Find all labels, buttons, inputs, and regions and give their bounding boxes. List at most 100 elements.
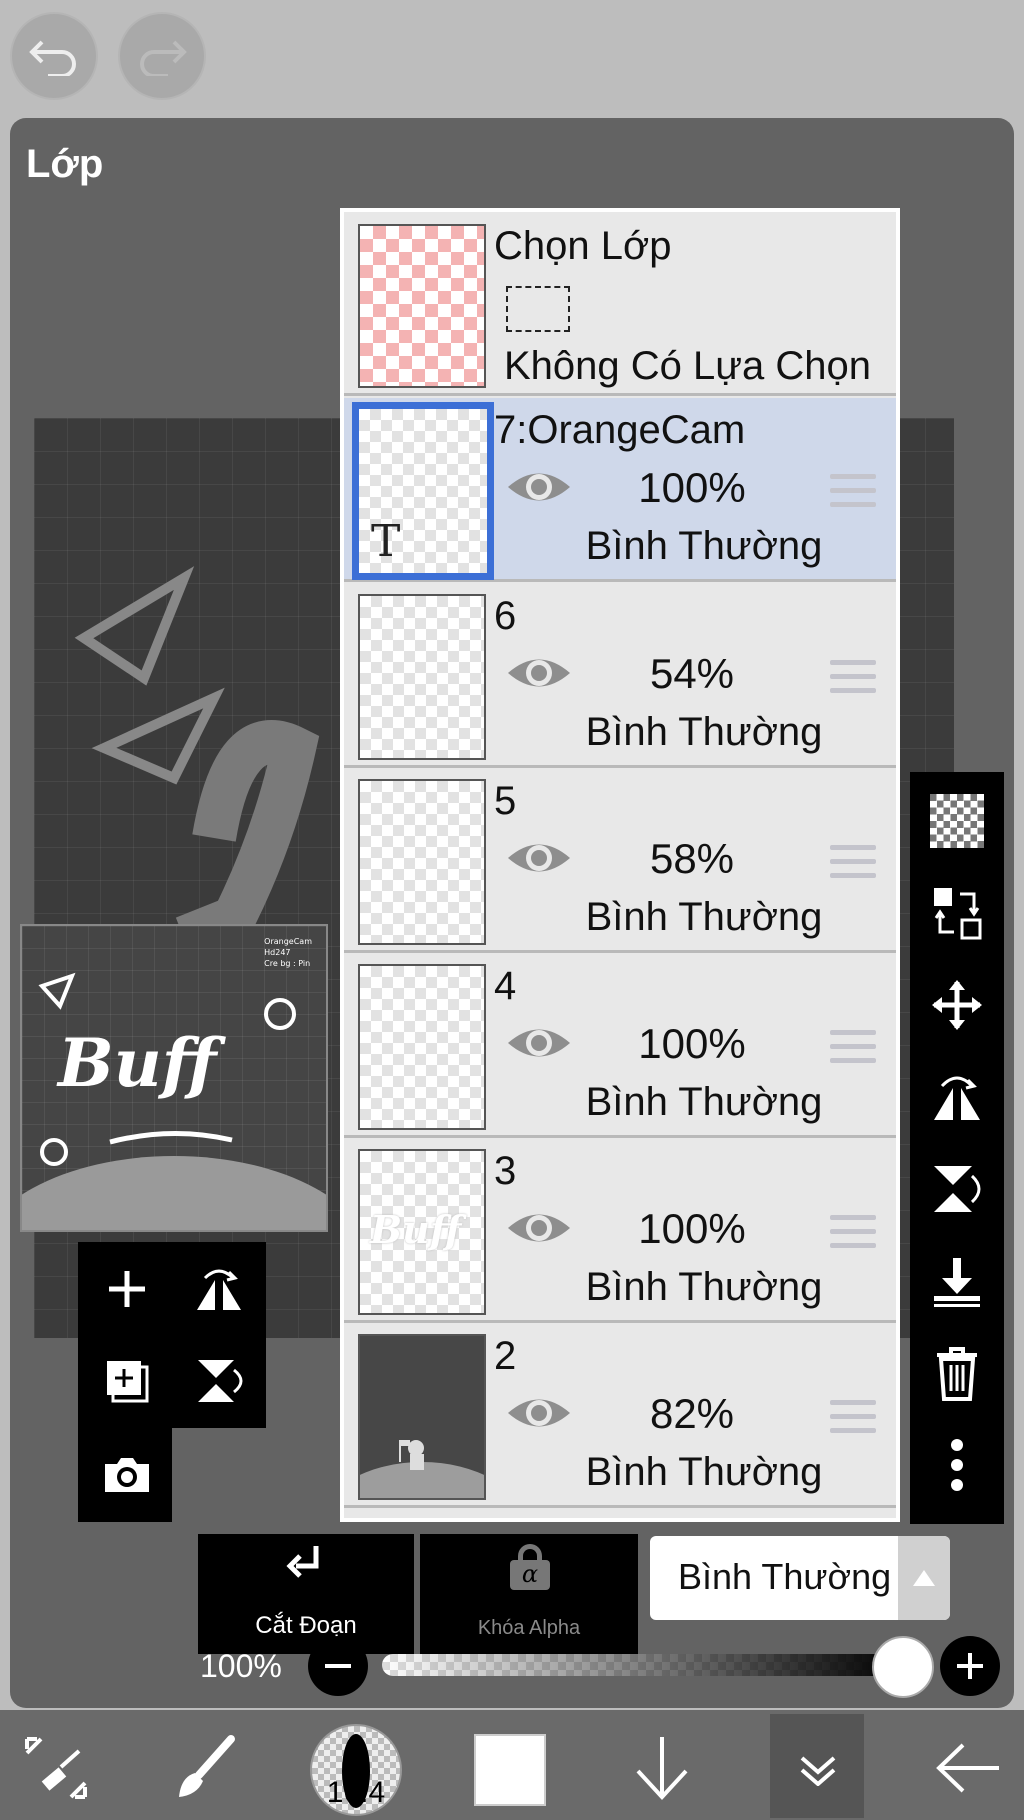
blend-mode-select[interactable]: Bình Thường [650, 1536, 950, 1620]
transform-tool-button[interactable] [8, 1720, 104, 1816]
undo-button[interactable] [10, 12, 98, 100]
panel-title: Lớp [26, 142, 104, 186]
visibility-eye-icon[interactable] [506, 1207, 572, 1249]
back-arrow-icon [936, 1743, 999, 1793]
merge-down-button[interactable] [922, 1246, 992, 1316]
layer-row[interactable]: 4 100% Bình Thường [344, 954, 896, 1138]
layer-row[interactable]: Buff 3 100% Bình Thường [344, 1139, 896, 1323]
layer-thumbnail: Buff [358, 1149, 486, 1315]
layer-opacity[interactable]: 54% [612, 650, 772, 698]
visibility-eye-icon[interactable] [506, 652, 572, 694]
back-button[interactable] [920, 1720, 1016, 1816]
flip-horizontal-button[interactable] [184, 1254, 254, 1324]
drag-handle-icon[interactable] [830, 1030, 876, 1064]
layer-thumbnail-art [344, 1440, 522, 1518]
clipping-icon [286, 1546, 319, 1578]
merge-down-icon [934, 1258, 980, 1307]
clipping-label: Cắt Đoạn [255, 1612, 357, 1639]
flip-horizontal-icon [934, 1076, 980, 1120]
flip-vertical-icon [934, 1166, 981, 1212]
transparency-button[interactable] [922, 786, 992, 856]
trash-icon [937, 1347, 977, 1401]
delete-layer-button[interactable] [922, 1338, 992, 1408]
layer-opacity[interactable]: 100% [612, 1205, 772, 1253]
flip-vertical-layer-button[interactable] [922, 1154, 992, 1224]
move-icon [932, 980, 982, 1030]
alpha-lock-button[interactable]: α Khóa Alpha [420, 1534, 638, 1654]
selection-marquee-icon [506, 286, 570, 332]
drag-handle-icon[interactable] [830, 660, 876, 694]
opacity-increase-button[interactable] [940, 1636, 1000, 1696]
layer-thumbnail [358, 964, 486, 1130]
layer-thumbnail [358, 779, 486, 945]
collapse-icon [800, 1756, 836, 1786]
visibility-eye-icon[interactable] [506, 1022, 572, 1064]
layer-row[interactable]: 5 58% Bình Thường [344, 769, 896, 953]
layer-opacity[interactable]: 82% [612, 1390, 772, 1438]
arrow-down-icon [636, 1737, 688, 1800]
drag-handle-icon[interactable] [830, 474, 876, 508]
selection-layer-row[interactable]: Chọn Lớp Không Có Lựa Chọn [344, 212, 896, 396]
flip-horizontal-icon [197, 1269, 241, 1310]
flip-vertical-button[interactable] [184, 1346, 254, 1416]
selection-status: Không Có Lựa Chọn [504, 344, 872, 388]
layer-opacity[interactable]: 100% [612, 464, 772, 512]
clipping-button[interactable]: Cắt Đoạn [198, 1534, 414, 1654]
undo-icon [29, 40, 76, 76]
canvas-preview[interactable]: OrangeCam Hd247 Cre bg : Pin Buff [20, 924, 328, 1232]
move-button[interactable] [922, 970, 992, 1040]
collapse-panel-button[interactable] [770, 1720, 866, 1816]
camera-button[interactable] [92, 1440, 162, 1510]
layer-blend-mode: Bình Thường [585, 1080, 823, 1124]
visibility-eye-icon[interactable] [506, 466, 572, 508]
layer-list: Chọn Lớp Không Có Lựa Chọn T 7:OrangeCam… [340, 208, 900, 1522]
selection-thumbnail [358, 224, 486, 388]
brush-size-value: 16.4 [326, 1776, 386, 1809]
duplicate-layer-icon [107, 1361, 149, 1403]
opacity-value-label: 100% [200, 1648, 282, 1684]
drag-handle-icon[interactable] [830, 1400, 876, 1434]
color-swatch-icon[interactable] [474, 1734, 546, 1806]
more-icon [951, 1439, 963, 1491]
opacity-slider-knob[interactable] [872, 1636, 934, 1698]
layer-row[interactable]: 2 82% Bình Thường [344, 1324, 896, 1518]
layer-blend-mode: Bình Thường [585, 524, 823, 568]
layer-name: 2 [494, 1334, 517, 1378]
layer-row[interactable]: 6 54% Bình Thường [344, 584, 896, 768]
minus-icon [325, 1664, 351, 1668]
brush-icon [179, 1735, 235, 1797]
swap-layers-icon [934, 888, 982, 940]
opacity-decrease-button[interactable] [308, 1636, 368, 1696]
flip-vertical-icon [198, 1360, 243, 1402]
blend-mode-dropdown-button[interactable] [898, 1536, 950, 1620]
blend-mode-value: Bình Thường [678, 1556, 892, 1597]
transparency-icon [930, 794, 984, 848]
visibility-eye-icon[interactable] [506, 1392, 572, 1434]
opacity-slider[interactable] [382, 1654, 902, 1676]
add-layer-button[interactable] [92, 1254, 162, 1324]
layer-thumbnail-art: Buff [370, 1207, 462, 1252]
swap-layers-button[interactable] [922, 878, 992, 948]
brush-size-button[interactable]: 16.4 [310, 1724, 402, 1816]
layer-row[interactable]: T 7:OrangeCam 100% Bình Thường [344, 398, 896, 582]
duplicate-layer-button[interactable] [92, 1346, 162, 1416]
plus-icon [957, 1653, 983, 1679]
redo-button[interactable] [118, 12, 206, 100]
layer-name: 7:OrangeCam [494, 408, 746, 452]
brush-tool-button[interactable] [158, 1720, 254, 1816]
layer-name: 3 [494, 1149, 517, 1193]
arrow-down-button[interactable] [614, 1720, 710, 1816]
drag-handle-icon[interactable] [830, 1215, 876, 1249]
layer-opacity[interactable]: 58% [612, 835, 772, 883]
visibility-eye-icon[interactable] [506, 837, 572, 879]
triangle-up-icon [913, 1570, 935, 1586]
more-options-button[interactable] [922, 1430, 992, 1500]
drag-handle-icon[interactable] [830, 845, 876, 879]
alpha-symbol: α [510, 1560, 550, 1590]
transform-icon [25, 1737, 87, 1799]
layer-name: 4 [494, 964, 517, 1008]
selection-title: Chọn Lớp [494, 224, 672, 268]
alpha-lock-label: Khóa Alpha [477, 1617, 581, 1639]
layer-opacity[interactable]: 100% [612, 1020, 772, 1068]
flip-horizontal-layer-button[interactable] [922, 1062, 992, 1132]
